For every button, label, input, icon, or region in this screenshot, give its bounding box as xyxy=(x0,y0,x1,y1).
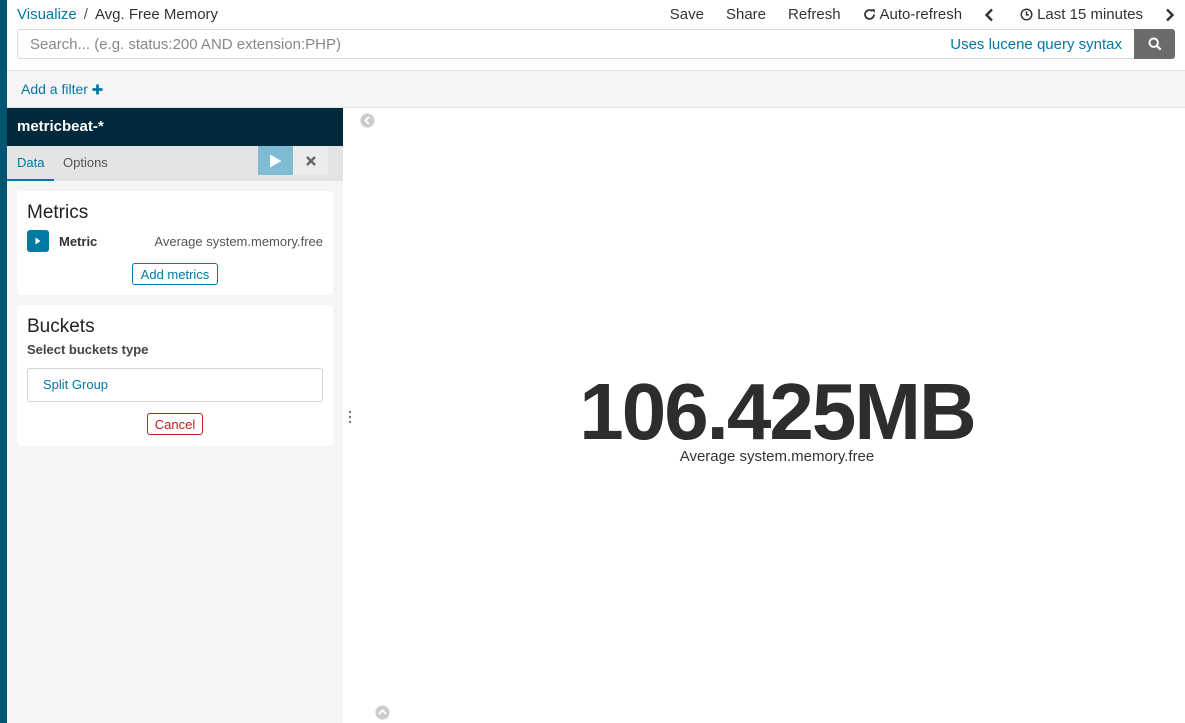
breadcrumb: Visualize / Avg. Free Memory xyxy=(17,6,218,23)
left-nav-rail xyxy=(0,0,7,723)
metric-expand-toggle[interactable] xyxy=(27,230,49,252)
cancel-button[interactable]: Cancel xyxy=(147,413,203,435)
time-picker-button[interactable]: Last 15 minutes xyxy=(1020,6,1143,23)
play-icon xyxy=(270,154,282,167)
metric-label: Metric xyxy=(59,233,98,249)
plus-icon xyxy=(92,83,103,95)
top-bar: Visualize / Avg. Free Memory Save Share Re… xyxy=(7,0,1185,70)
time-back-button[interactable] xyxy=(984,8,998,22)
chevron-left-icon xyxy=(984,8,993,21)
tab-options[interactable]: Options xyxy=(63,146,108,181)
refresh-icon xyxy=(863,9,875,20)
close-icon xyxy=(305,155,316,166)
search-input[interactable] xyxy=(18,30,951,58)
drag-handle-icon xyxy=(348,410,352,424)
editor-sidebar: metricbeat-* Data Options Metrics Metric… xyxy=(7,108,343,723)
auto-refresh-label: Auto-refresh xyxy=(879,6,963,23)
time-range-label: Last 15 minutes xyxy=(1037,6,1143,23)
chevron-right-icon xyxy=(1166,8,1175,21)
breadcrumb-separator: / xyxy=(83,6,88,23)
auto-refresh-button[interactable]: Auto-refresh xyxy=(863,6,963,23)
select-buckets-type-label: Select buckets type xyxy=(27,342,149,357)
metric-aggregation-value: Average system.memory.free xyxy=(154,233,323,249)
buckets-panel: Buckets Select buckets type Split Group … xyxy=(17,305,333,446)
add-filter-label: Add a filter xyxy=(21,81,88,97)
search-icon xyxy=(1148,37,1161,51)
save-button[interactable]: Save xyxy=(670,6,704,23)
index-pattern-title: metricbeat-* xyxy=(7,108,343,146)
metric-value: 106.425MB xyxy=(579,367,977,456)
clock-icon xyxy=(1020,8,1033,21)
collapse-sidebar-icon[interactable] xyxy=(360,113,375,128)
breadcrumb-current: Avg. Free Memory xyxy=(94,6,219,23)
add-filter-button[interactable]: Add a filter xyxy=(21,81,103,97)
discard-changes-button[interactable] xyxy=(293,146,328,175)
metrics-panel: Metrics Metric Average system.memory.fre… xyxy=(17,191,333,295)
buckets-title: Buckets xyxy=(27,316,95,337)
refresh-button[interactable]: Refresh xyxy=(788,6,841,23)
metric-caption: Average system.memory.free xyxy=(679,448,875,465)
split-group-option[interactable]: Split Group xyxy=(27,368,323,402)
search-submit-button[interactable] xyxy=(1134,29,1175,59)
top-nav-menu: Save Share Refresh Auto-refresh Last 15 … xyxy=(648,6,1179,23)
toggle-spy-panel-icon[interactable] xyxy=(375,705,390,720)
filter-bar: Add a filter xyxy=(7,70,1185,108)
breadcrumb-visualize-link[interactable]: Visualize xyxy=(17,6,77,23)
metric-row: Metric Average system.memory.free xyxy=(27,230,323,252)
time-forward-button[interactable] xyxy=(1165,8,1179,22)
add-metrics-button[interactable]: Add metrics xyxy=(132,263,218,285)
caret-right-icon xyxy=(35,237,41,245)
share-button[interactable]: Share xyxy=(726,6,766,23)
search-bar: Uses lucene query syntax xyxy=(17,29,1175,59)
metrics-title: Metrics xyxy=(27,202,89,223)
editor-tabs: Data Options xyxy=(7,146,343,181)
lucene-syntax-link[interactable]: Uses lucene query syntax xyxy=(950,36,1122,53)
tab-data[interactable]: Data xyxy=(7,146,55,181)
apply-changes-button[interactable] xyxy=(258,146,293,175)
